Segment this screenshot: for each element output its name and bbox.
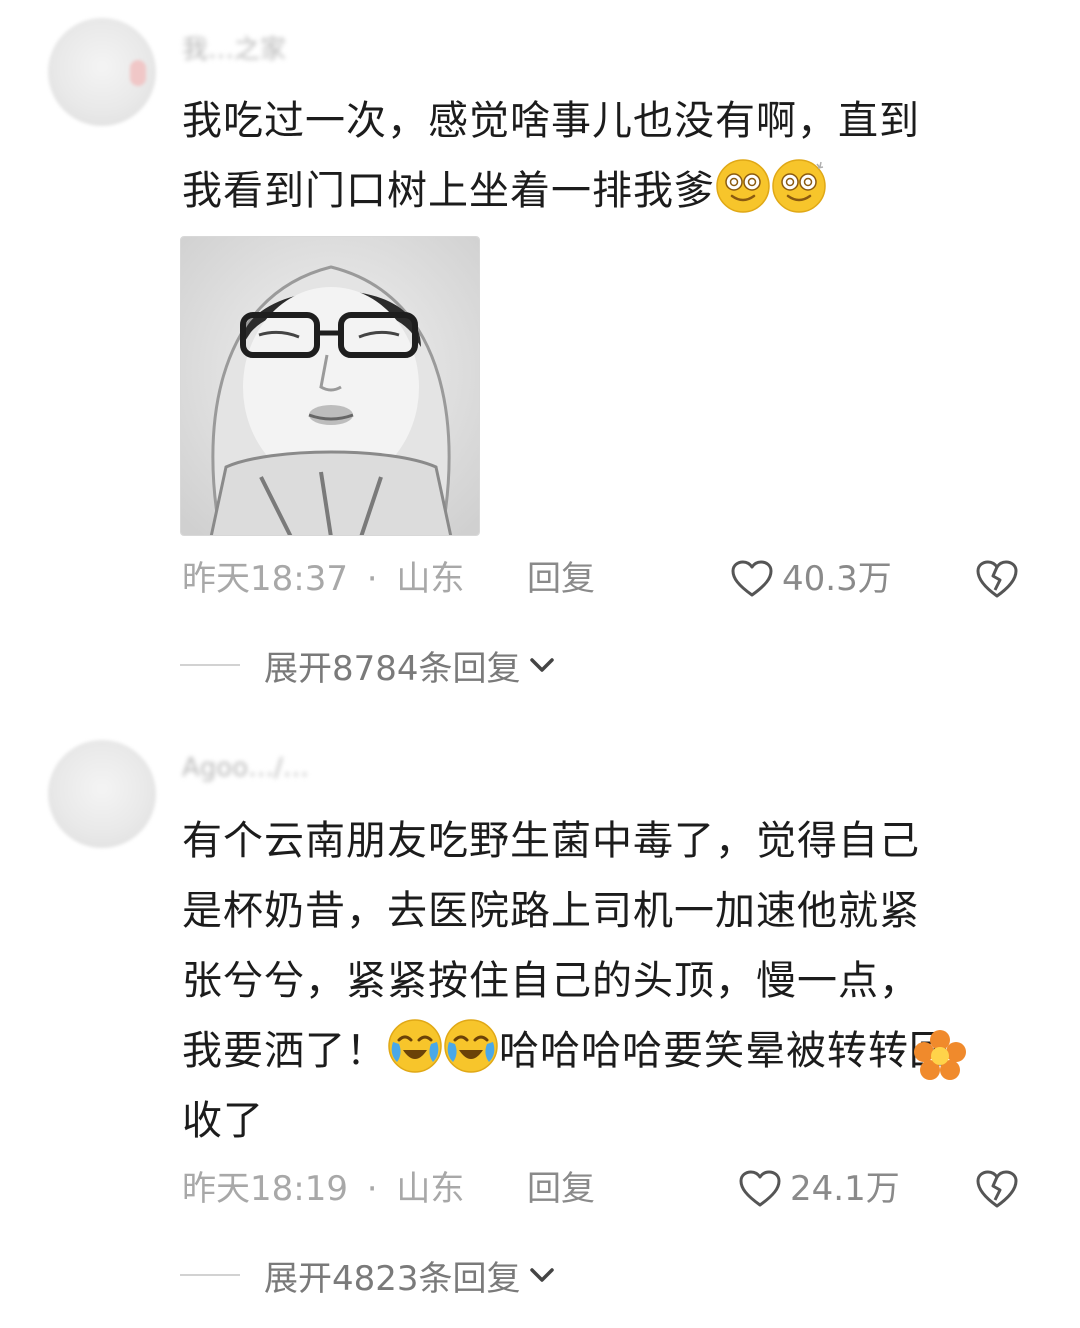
username[interactable]: Agoo…/… bbox=[182, 748, 442, 788]
expand-replies-button[interactable]: 展开4823条回复 bbox=[180, 1251, 680, 1300]
broken-heart-icon bbox=[976, 560, 1018, 598]
expand-divider bbox=[180, 664, 240, 666]
comment-text-line: 是杯奶昔，去医院路上司机一加速他就紧 bbox=[182, 888, 920, 934]
dizzy-face-emoji-icon bbox=[772, 159, 826, 213]
avatar-badge bbox=[130, 60, 146, 86]
like-button[interactable]: 24.1万 bbox=[738, 1166, 900, 1212]
comment-text-line: 我吃过一次，感觉啥事儿也没有啊，直到 bbox=[182, 98, 920, 144]
avatar[interactable] bbox=[48, 740, 156, 848]
heart-icon bbox=[731, 560, 773, 597]
flower-sticker-icon bbox=[914, 1030, 966, 1080]
avatar[interactable] bbox=[48, 18, 156, 126]
like-count: 40.3万 bbox=[782, 559, 892, 599]
dislike-button[interactable] bbox=[974, 1168, 1020, 1222]
comment-time: 昨天18:19 bbox=[182, 1169, 348, 1209]
expand-divider bbox=[180, 1274, 240, 1276]
dislike-button[interactable] bbox=[974, 558, 1020, 612]
heart-icon bbox=[739, 1170, 781, 1207]
comment-text-segment: 我看到门口树上坐着一排我爹 bbox=[182, 168, 715, 214]
crying-laughing-emoji-icon bbox=[444, 1019, 498, 1073]
username[interactable]: 我…之家 bbox=[182, 30, 442, 70]
comment-text-line: 有个云南朋友吃野生菌中毒了，觉得自己 bbox=[182, 818, 920, 864]
like-button[interactable]: 40.3万 bbox=[730, 556, 892, 602]
expand-label-wrap: 展开8784条回复 bbox=[264, 641, 557, 690]
comment-text-segment: 哈哈哈哈要笑晕被转转回 bbox=[499, 1028, 950, 1074]
reply-button[interactable]: 回复 bbox=[527, 556, 595, 602]
comment-meta: 昨天18:19 · 山东 回复 24.1万 bbox=[182, 1166, 1042, 1212]
comment-item: 我…之家 我吃过一次，感觉啥事儿也没有啊，直到 我看到门口树上坐着一排我爹 昨天… bbox=[0, 0, 1080, 700]
comment-time-location: 昨天18:37 · 山东 bbox=[182, 556, 464, 602]
meta-separator: · bbox=[366, 559, 378, 599]
expand-replies-label: 展开8784条回复 bbox=[264, 648, 521, 689]
comment-text-line: 收了 bbox=[182, 1098, 264, 1144]
expand-replies-label: 展开4823条回复 bbox=[264, 1258, 521, 1299]
meta-separator: · bbox=[366, 1169, 378, 1209]
comment-item: Agoo…/… 有个云南朋友吃野生菌中毒了，觉得自己 是杯奶昔，去医院路上司机一… bbox=[0, 720, 1080, 1320]
comment-text: 有个云南朋友吃野生菌中毒了，觉得自己 是杯奶昔，去医院路上司机一加速他就紧 张兮… bbox=[182, 806, 1012, 1156]
portrait-photo-icon bbox=[181, 237, 479, 535]
comment-text: 我吃过一次，感觉啥事儿也没有啊，直到 我看到门口树上坐着一排我爹 bbox=[182, 86, 1012, 226]
dizzy-face-emoji-icon bbox=[716, 159, 770, 213]
comment-time-location: 昨天18:19 · 山东 bbox=[182, 1166, 464, 1212]
comment-text-line: 张兮兮，紧紧按住自己的头顶，慢一点， bbox=[182, 958, 920, 1004]
broken-heart-icon bbox=[976, 1170, 1018, 1208]
comment-image[interactable] bbox=[180, 236, 480, 536]
expand-replies-button[interactable]: 展开8784条回复 bbox=[180, 641, 680, 690]
comment-text-line: 我看到门口树上坐着一排我爹 bbox=[182, 156, 1012, 226]
comment-meta: 昨天18:37 · 山东 回复 40.3万 bbox=[182, 556, 1042, 602]
chevron-down-icon bbox=[529, 1268, 554, 1282]
reply-button[interactable]: 回复 bbox=[527, 1166, 595, 1212]
comment-time: 昨天18:37 bbox=[182, 559, 348, 599]
comment-location: 山东 bbox=[396, 559, 465, 599]
comment-text-segment: 我要洒了！ bbox=[182, 1028, 387, 1074]
comment-text-line: 我要洒了！ 哈哈哈哈要笑晕被转转回 bbox=[182, 1016, 1012, 1086]
expand-label-wrap: 展开4823条回复 bbox=[264, 1251, 557, 1300]
chevron-down-icon bbox=[529, 658, 554, 672]
like-count: 24.1万 bbox=[790, 1169, 900, 1209]
crying-laughing-emoji-icon bbox=[388, 1019, 442, 1073]
comment-location: 山东 bbox=[396, 1169, 465, 1209]
